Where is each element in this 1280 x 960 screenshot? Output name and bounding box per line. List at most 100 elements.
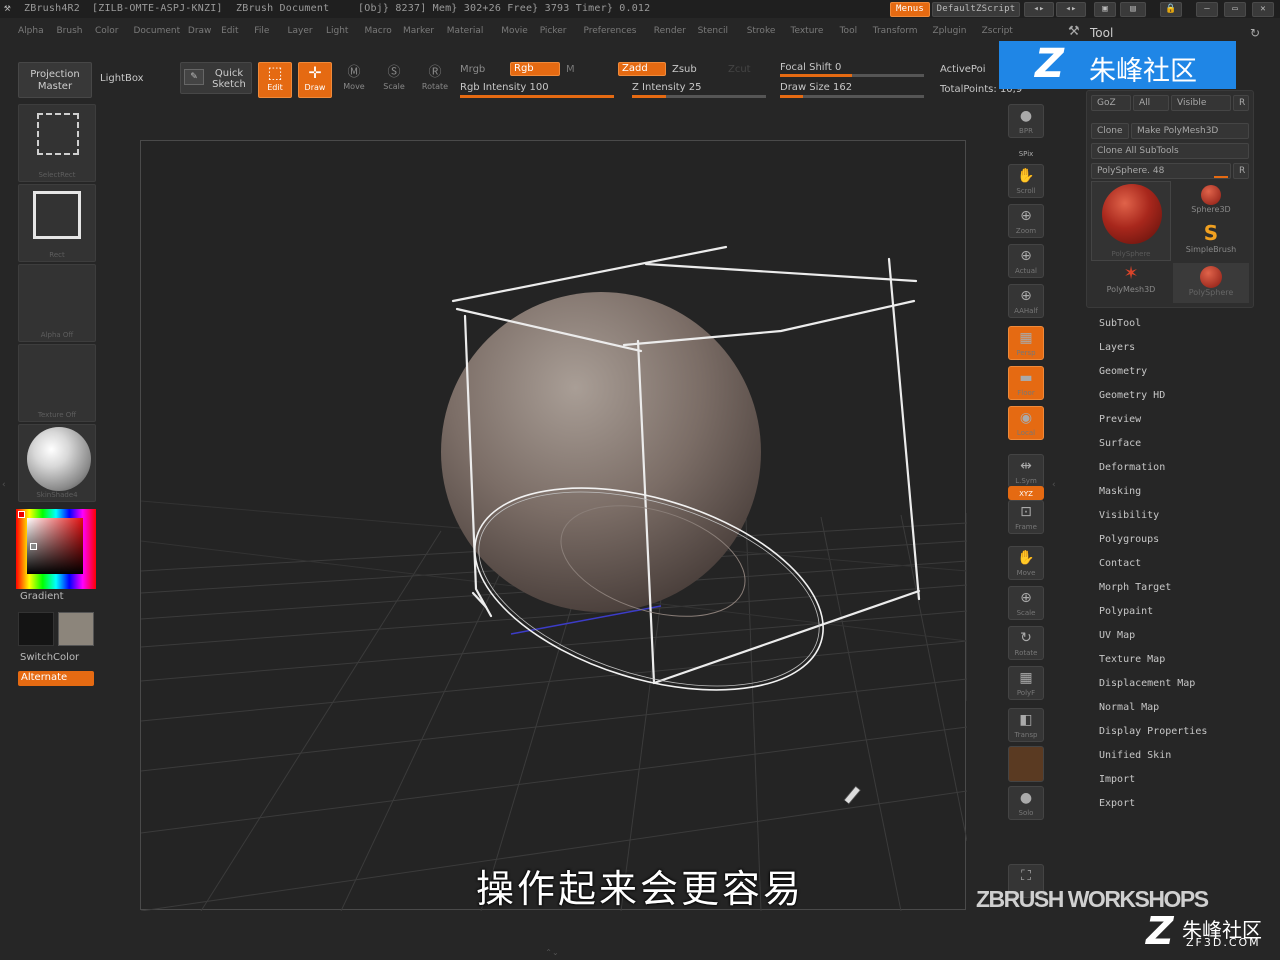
lock-icon[interactable]: 🔒 <box>1160 2 1182 17</box>
tool-menu-masking[interactable]: Masking <box>1099 486 1141 497</box>
left-tray-arrow-icon[interactable]: ‹ <box>2 480 6 490</box>
restore-icon[interactable]: ▭ <box>1224 2 1246 17</box>
tool-menu-polygroups[interactable]: Polygroups <box>1099 534 1159 545</box>
focal-shift-slider[interactable] <box>780 74 924 77</box>
rgb-button[interactable]: Rgb <box>510 62 560 76</box>
main-tool-thumbnail[interactable]: PolySphere <box>1091 181 1171 261</box>
menu-brush[interactable]: Brush <box>57 26 83 36</box>
tool-menu-geometry[interactable]: Geometry <box>1099 366 1147 377</box>
menu-texture[interactable]: Texture <box>791 26 824 36</box>
refresh-icon[interactable]: ↻ <box>1250 26 1260 40</box>
tool-palette-header[interactable]: ⚒ Tool <box>1068 24 1218 42</box>
xyz-button[interactable]: XYZ <box>1008 486 1044 500</box>
bottom-tray-arrow-icon[interactable]: ⌃⌄ <box>540 948 564 958</box>
all-button[interactable]: All <box>1133 95 1169 111</box>
tool-menu-display-properties[interactable]: Display Properties <box>1099 726 1207 737</box>
tool-menu-deformation[interactable]: Deformation <box>1099 462 1165 473</box>
main-color-swatch[interactable] <box>58 612 94 646</box>
menu-transform[interactable]: Transform <box>873 26 918 36</box>
toggle-right-icon[interactable]: ◂▸ <box>1056 2 1086 17</box>
tool-menu-import[interactable]: Import <box>1099 774 1135 785</box>
minimize-icon[interactable]: – <box>1196 2 1218 17</box>
move-view-button[interactable]: ✋ Move <box>1008 546 1044 580</box>
tool-polysphere[interactable]: PolySphere <box>1173 263 1249 303</box>
lightbox-button[interactable]: LightBox <box>100 73 144 84</box>
alternate-button[interactable]: Alternate <box>18 671 94 686</box>
bpr-button[interactable]: ● BPR <box>1008 104 1044 138</box>
menu-zscript[interactable]: Zscript <box>982 26 1013 36</box>
toggle-left-icon[interactable]: ◂▸ <box>1024 2 1054 17</box>
polysphere-mesh[interactable] <box>441 292 761 612</box>
tool-sphere3d[interactable]: Sphere3D <box>1173 181 1249 221</box>
floor-button[interactable]: ▬ Floor <box>1008 366 1044 400</box>
r-button-2[interactable]: R <box>1233 163 1249 179</box>
secondary-color-swatch[interactable] <box>18 612 54 646</box>
aahalf-button[interactable]: ⊕ AAHalf <box>1008 284 1044 318</box>
tool-polymesh3d[interactable]: ✶ PolyMesh3D <box>1091 263 1171 303</box>
draw-size-slider[interactable] <box>780 95 924 98</box>
current-tool-slider[interactable]: PolySphere. 48 <box>1091 163 1231 179</box>
clone-all-subtools-button[interactable]: Clone All SubTools <box>1091 143 1249 159</box>
tool-simplebrush[interactable]: S SimpleBrush <box>1173 221 1249 261</box>
switchcolor-button[interactable]: SwitchColor <box>20 652 79 663</box>
zadd-button[interactable]: Zadd <box>618 62 666 76</box>
mrgb-button[interactable]: Mrgb <box>460 64 485 75</box>
tool-menu-uv-map[interactable]: UV Map <box>1099 630 1135 641</box>
stroke-thumbnail[interactable]: SelectRect <box>18 104 96 182</box>
zsub-button[interactable]: Zsub <box>672 64 697 75</box>
zcut-button[interactable]: Zcut <box>728 64 751 75</box>
menu-draw[interactable]: Draw <box>188 26 212 36</box>
default-zscript-button[interactable]: DefaultZScript <box>932 2 1020 17</box>
color-picker[interactable] <box>16 509 96 589</box>
spix-button[interactable]: SPix <box>1008 146 1044 160</box>
menu-edit[interactable]: Edit <box>221 26 238 36</box>
ui-layout-icon[interactable]: ▤ <box>1120 2 1146 17</box>
gradient-label[interactable]: Gradient <box>20 591 64 602</box>
hue-cursor[interactable] <box>18 511 25 518</box>
viewport-canvas[interactable] <box>140 140 968 912</box>
alpha-thumbnail[interactable]: Alpha Off <box>18 264 96 342</box>
tool-menu-visibility[interactable]: Visibility <box>1099 510 1159 521</box>
tool-menu-unified-skin[interactable]: Unified Skin <box>1099 750 1171 761</box>
goz-button[interactable]: GoZ <box>1091 95 1131 111</box>
texture-thumbnail[interactable]: Texture Off <box>18 344 96 422</box>
tool-menu-preview[interactable]: Preview <box>1099 414 1141 425</box>
m-button[interactable]: M <box>566 64 575 75</box>
polyf-button[interactable]: ▦ PolyF <box>1008 666 1044 700</box>
quick-sketch-button[interactable]: ✎ Quick Sketch <box>180 62 252 94</box>
menu-file[interactable]: File <box>254 26 269 36</box>
clone-button[interactable]: Clone <box>1091 123 1129 139</box>
menu-layer[interactable]: Layer <box>288 26 313 36</box>
ghost-button[interactable] <box>1008 746 1044 782</box>
lsym-button[interactable]: ⇹ L.Sym <box>1008 454 1044 488</box>
scale-view-button[interactable]: ⊕ Scale <box>1008 586 1044 620</box>
r-button[interactable]: R <box>1233 95 1249 111</box>
menu-color[interactable]: Color <box>95 26 119 36</box>
tool-menu-layers[interactable]: Layers <box>1099 342 1135 353</box>
tool-menu-surface[interactable]: Surface <box>1099 438 1141 449</box>
rgb-intensity-slider[interactable] <box>460 95 614 98</box>
menu-movie[interactable]: Movie <box>501 26 528 36</box>
tool-menu-subtool[interactable]: SubTool <box>1099 318 1141 329</box>
make-polymesh-button[interactable]: Make PolyMesh3D <box>1131 123 1249 139</box>
edit-button[interactable]: ⬚ Edit <box>258 62 292 98</box>
solo-button[interactable]: ● Solo <box>1008 786 1044 820</box>
local-button[interactable]: ◉ Local <box>1008 406 1044 440</box>
layout-icon[interactable]: ▣ <box>1094 2 1116 17</box>
menu-zplugin[interactable]: Zplugin <box>933 26 967 36</box>
tool-menu-displacement-map[interactable]: Displacement Map <box>1099 678 1195 689</box>
tool-menu-normal-map[interactable]: Normal Map <box>1099 702 1159 713</box>
menu-stencil[interactable]: Stencil <box>698 26 728 36</box>
tool-menu-polypaint[interactable]: Polypaint <box>1099 606 1153 617</box>
frame-button[interactable]: ⊡ Frame <box>1008 500 1044 534</box>
z-intensity-slider[interactable] <box>632 95 766 98</box>
scale-button[interactable]: Ⓢ Scale <box>380 64 408 98</box>
menu-tool[interactable]: Tool <box>840 26 857 36</box>
draw-button[interactable]: ✛ Draw <box>298 62 332 98</box>
tool-menu-texture-map[interactable]: Texture Map <box>1099 654 1165 665</box>
menus-button[interactable]: Menus <box>890 2 930 17</box>
projection-master-button[interactable]: Projection Master <box>18 62 92 98</box>
menu-document[interactable]: Document <box>134 26 181 36</box>
menu-preferences[interactable]: Preferences <box>584 26 637 36</box>
scroll-button[interactable]: ✋ Scroll <box>1008 164 1044 198</box>
